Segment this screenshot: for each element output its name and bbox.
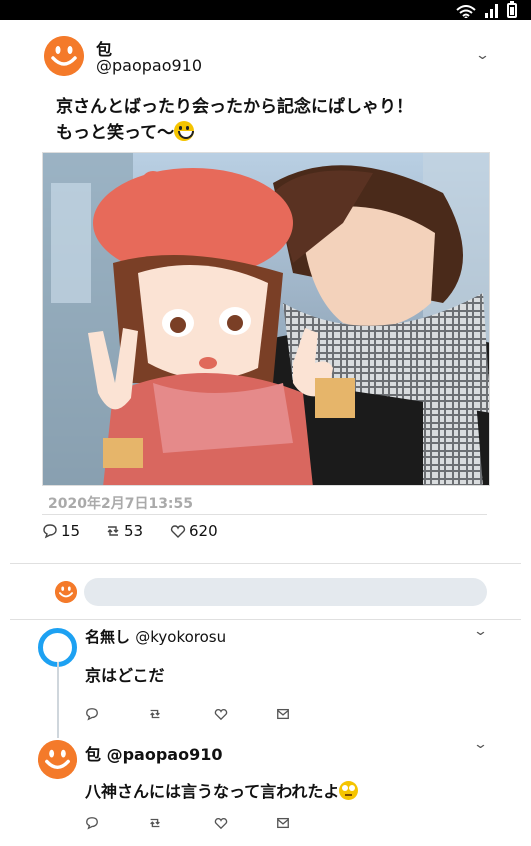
reply-avatar[interactable] — [38, 740, 77, 779]
share-mail-icon[interactable] — [276, 816, 290, 830]
reply-text-body: 八神さんには言うなって言われたよ — [85, 782, 340, 801]
reply-text: 京はどこだ — [85, 666, 165, 685]
like-count[interactable]: 620 — [170, 522, 218, 540]
like-action-icon[interactable] — [214, 707, 228, 721]
like-action-icon[interactable] — [214, 816, 228, 830]
retweet-icon — [107, 526, 119, 536]
current-user-avatar — [55, 581, 77, 603]
divider — [10, 563, 521, 564]
reply-author-handle: @kyokorosu — [135, 628, 227, 646]
retweet-count[interactable]: 53 — [105, 522, 143, 540]
tweet-text-line-2: もっと笑って〜 — [56, 123, 175, 143]
retweet-action-icon[interactable] — [148, 816, 162, 830]
reply-author-name: 包 — [85, 745, 102, 764]
signal-icon — [485, 4, 498, 18]
author-avatar[interactable] — [44, 36, 84, 76]
status-bar — [0, 0, 531, 20]
tweet-text-line-1: 京さんとばったり会ったから記念にぱしゃり！ — [56, 97, 413, 117]
reply-menu-chevron-icon[interactable]: ⌄ — [473, 737, 488, 752]
wifi-icon — [456, 4, 476, 18]
tweet-text: 京さんとばったり会ったから記念にぱしゃり！ もっと笑って〜 — [56, 94, 413, 146]
reply-input[interactable] — [84, 578, 487, 606]
reply-menu-chevron-icon[interactable]: ⌄ — [473, 624, 488, 639]
retweet-action-icon[interactable] — [148, 707, 162, 721]
reply-text: 八神さんには言うなって言われたよ — [85, 778, 359, 802]
divider — [10, 619, 521, 620]
reply-action-icon[interactable] — [85, 707, 99, 721]
like-count-value: 620 — [189, 522, 218, 540]
battery-icon — [507, 1, 517, 18]
rolling-eyes-emoji-icon — [339, 781, 359, 800]
divider — [42, 514, 487, 515]
tweet-menu-chevron-icon[interactable]: ⌄ — [475, 48, 490, 63]
reply-count-value: 15 — [61, 522, 81, 540]
tweet-timestamp: 2020年2月7日13:55 — [48, 496, 194, 512]
thread-line — [57, 662, 59, 738]
tweet-image[interactable] — [42, 152, 490, 486]
reply-author[interactable]: 包 @paopao910 — [85, 741, 222, 765]
author-handle[interactable]: @paopao910 — [96, 56, 202, 75]
reply-author-handle: @paopao910 — [106, 745, 223, 764]
heart-icon — [170, 525, 186, 538]
reply-author-name: 名無し — [85, 628, 131, 646]
reply-author[interactable]: 名無し @kyokorosu — [85, 626, 226, 647]
share-mail-icon[interactable] — [276, 707, 290, 721]
retweet-count-value: 53 — [124, 522, 144, 540]
illustration-art — [43, 153, 489, 485]
reply-count[interactable]: 15 — [42, 522, 80, 540]
status-icons — [456, 1, 517, 18]
reply-action-icon[interactable] — [85, 816, 99, 830]
grinning-emoji-icon — [174, 121, 195, 141]
reply-icon — [43, 524, 57, 539]
